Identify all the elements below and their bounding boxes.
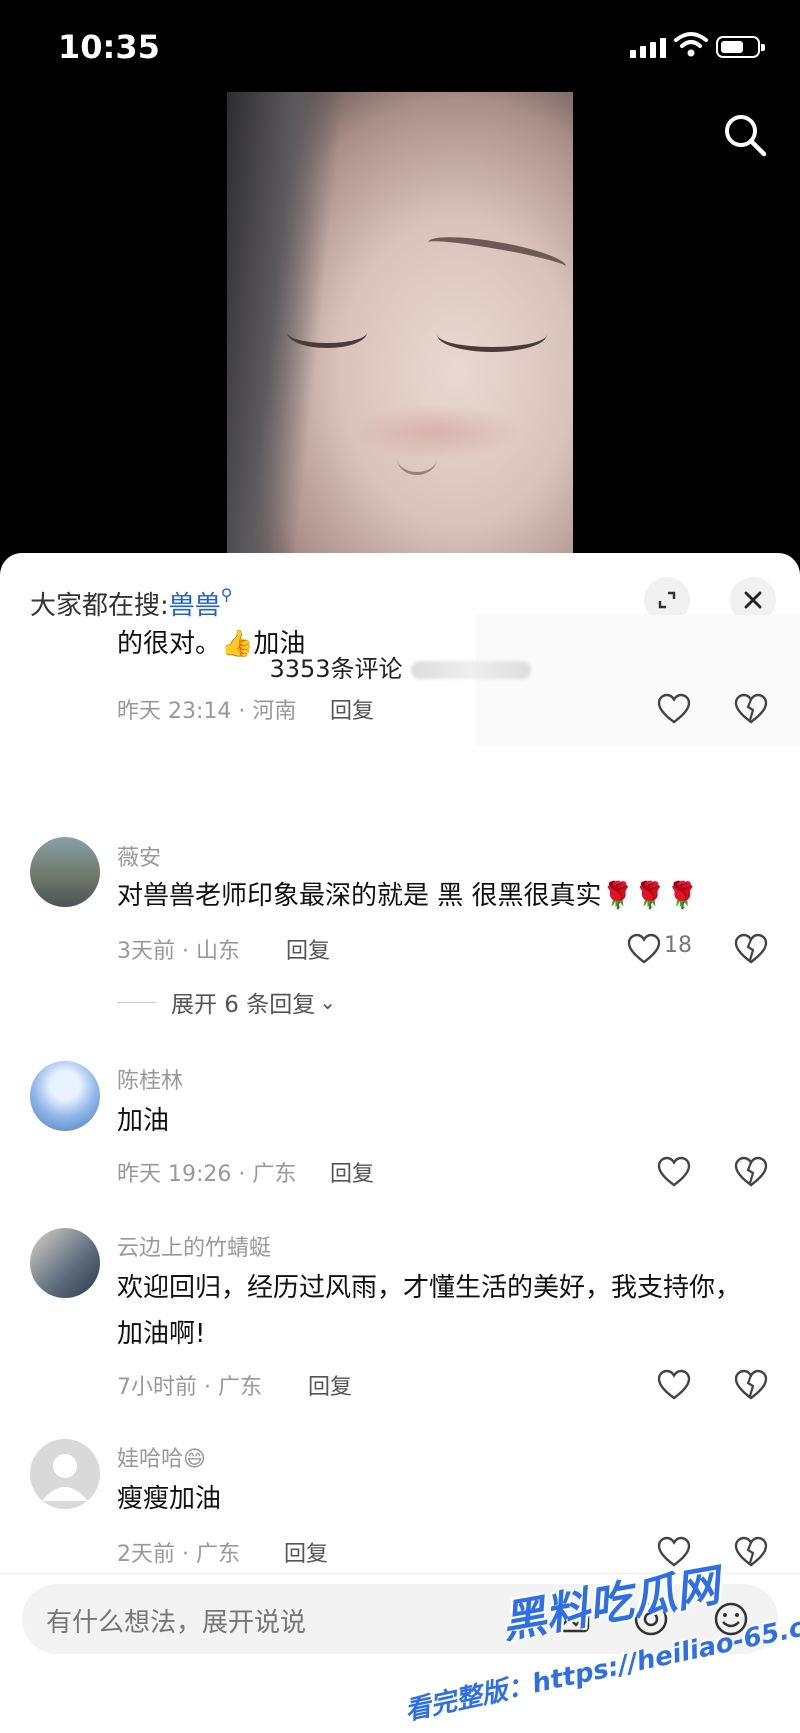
status-bar: 10:35: [0, 0, 800, 92]
comment-input[interactable]: 有什么想法，展开说说: [22, 1584, 778, 1654]
comment-input-placeholder: 有什么想法，展开说说: [46, 1608, 307, 1638]
status-time: 10:35: [58, 28, 160, 66]
comment-sheet: 大家都在搜:兽兽⚲ 3353条评论 的很对。👍加油 昨天 23:14 · 河南 …: [0, 553, 800, 1733]
comment-meta: 昨天 19:26 · 广东: [117, 1162, 297, 1187]
at-mention-icon[interactable]: [632, 1600, 670, 1638]
dislike-icon[interactable]: [734, 1156, 768, 1188]
comment-username[interactable]: 云边上的竹蜻蜓: [117, 1230, 271, 1262]
hot-search-keyword[interactable]: 兽兽: [169, 591, 221, 621]
expand-icon: [658, 591, 676, 609]
dislike-icon[interactable]: [734, 693, 768, 725]
like-icon[interactable]: [657, 1369, 691, 1401]
search-icon[interactable]: [722, 112, 768, 158]
hot-search-prefix: 大家都在搜:: [30, 591, 169, 621]
reply-button[interactable]: 回复: [284, 1536, 328, 1568]
wifi-icon: [674, 32, 708, 57]
comment-username[interactable]: 薇安: [117, 840, 161, 872]
dislike-icon[interactable]: [734, 1536, 768, 1568]
video-frame-decoration: [425, 230, 569, 279]
image-icon[interactable]: [554, 1600, 592, 1638]
reply-button[interactable]: 回复: [286, 933, 330, 965]
comment-text: 的很对。👍加油: [117, 629, 306, 659]
reply-button[interactable]: 回复: [330, 693, 374, 725]
battery-icon: [716, 36, 765, 58]
reply-button[interactable]: 回复: [330, 1156, 374, 1188]
comment-text: 瘦瘦加油: [117, 1484, 222, 1514]
reply-button[interactable]: 回复: [308, 1369, 352, 1401]
comment-text: 对兽兽老师印象最深的就是 黑 很黑很真实🌹🌹🌹: [117, 881, 699, 911]
dislike-icon[interactable]: [734, 1369, 768, 1401]
comment-username[interactable]: 陈桂林: [117, 1063, 183, 1095]
comment-username[interactable]: 娃哈哈😄: [117, 1441, 206, 1473]
dislike-icon[interactable]: [734, 933, 768, 965]
avatar[interactable]: [30, 1061, 100, 1131]
expand-replies-button[interactable]: 展开 6 条回复 ⌄: [117, 985, 336, 1019]
comment-text: 欢迎回归，经历过风雨，才懂生活的美好，我支持你，加油啊!: [117, 1273, 742, 1349]
like-icon[interactable]: [657, 693, 691, 725]
like-icon[interactable]: [657, 1536, 691, 1568]
video-player[interactable]: [227, 92, 573, 562]
video-frame-decoration: [437, 317, 547, 352]
avatar[interactable]: [30, 1439, 100, 1509]
comment-text: 加油: [117, 1106, 170, 1136]
emoji-icon[interactable]: [712, 1600, 750, 1638]
divider: [117, 1001, 157, 1003]
chevron-down-icon: ⌄: [319, 990, 337, 1014]
comment-meta: 3天前 · 山东: [117, 939, 240, 964]
close-icon: [744, 591, 762, 609]
like-icon[interactable]: [657, 1156, 691, 1188]
avatar[interactable]: [30, 1228, 100, 1298]
comment-meta: 7小时前 · 广东: [117, 1375, 262, 1400]
small-search-icon: ⚲: [220, 585, 233, 604]
divider: [0, 1573, 800, 1574]
video-frame-decoration: [397, 442, 437, 475]
video-frame-decoration: [287, 317, 367, 348]
avatar[interactable]: [30, 837, 100, 907]
like-icon[interactable]: [627, 933, 661, 965]
comment-meta: 昨天 23:14 · 河南: [117, 699, 297, 724]
default-avatar-icon: [42, 1454, 88, 1501]
like-count: 18: [664, 933, 692, 958]
cellular-signal-icon: [630, 38, 666, 58]
hot-search-bar[interactable]: 大家都在搜:兽兽⚲: [30, 585, 233, 622]
expand-replies-label: 展开 6 条回复: [171, 992, 316, 1018]
comment-meta: 2天前 · 广东: [117, 1542, 240, 1567]
